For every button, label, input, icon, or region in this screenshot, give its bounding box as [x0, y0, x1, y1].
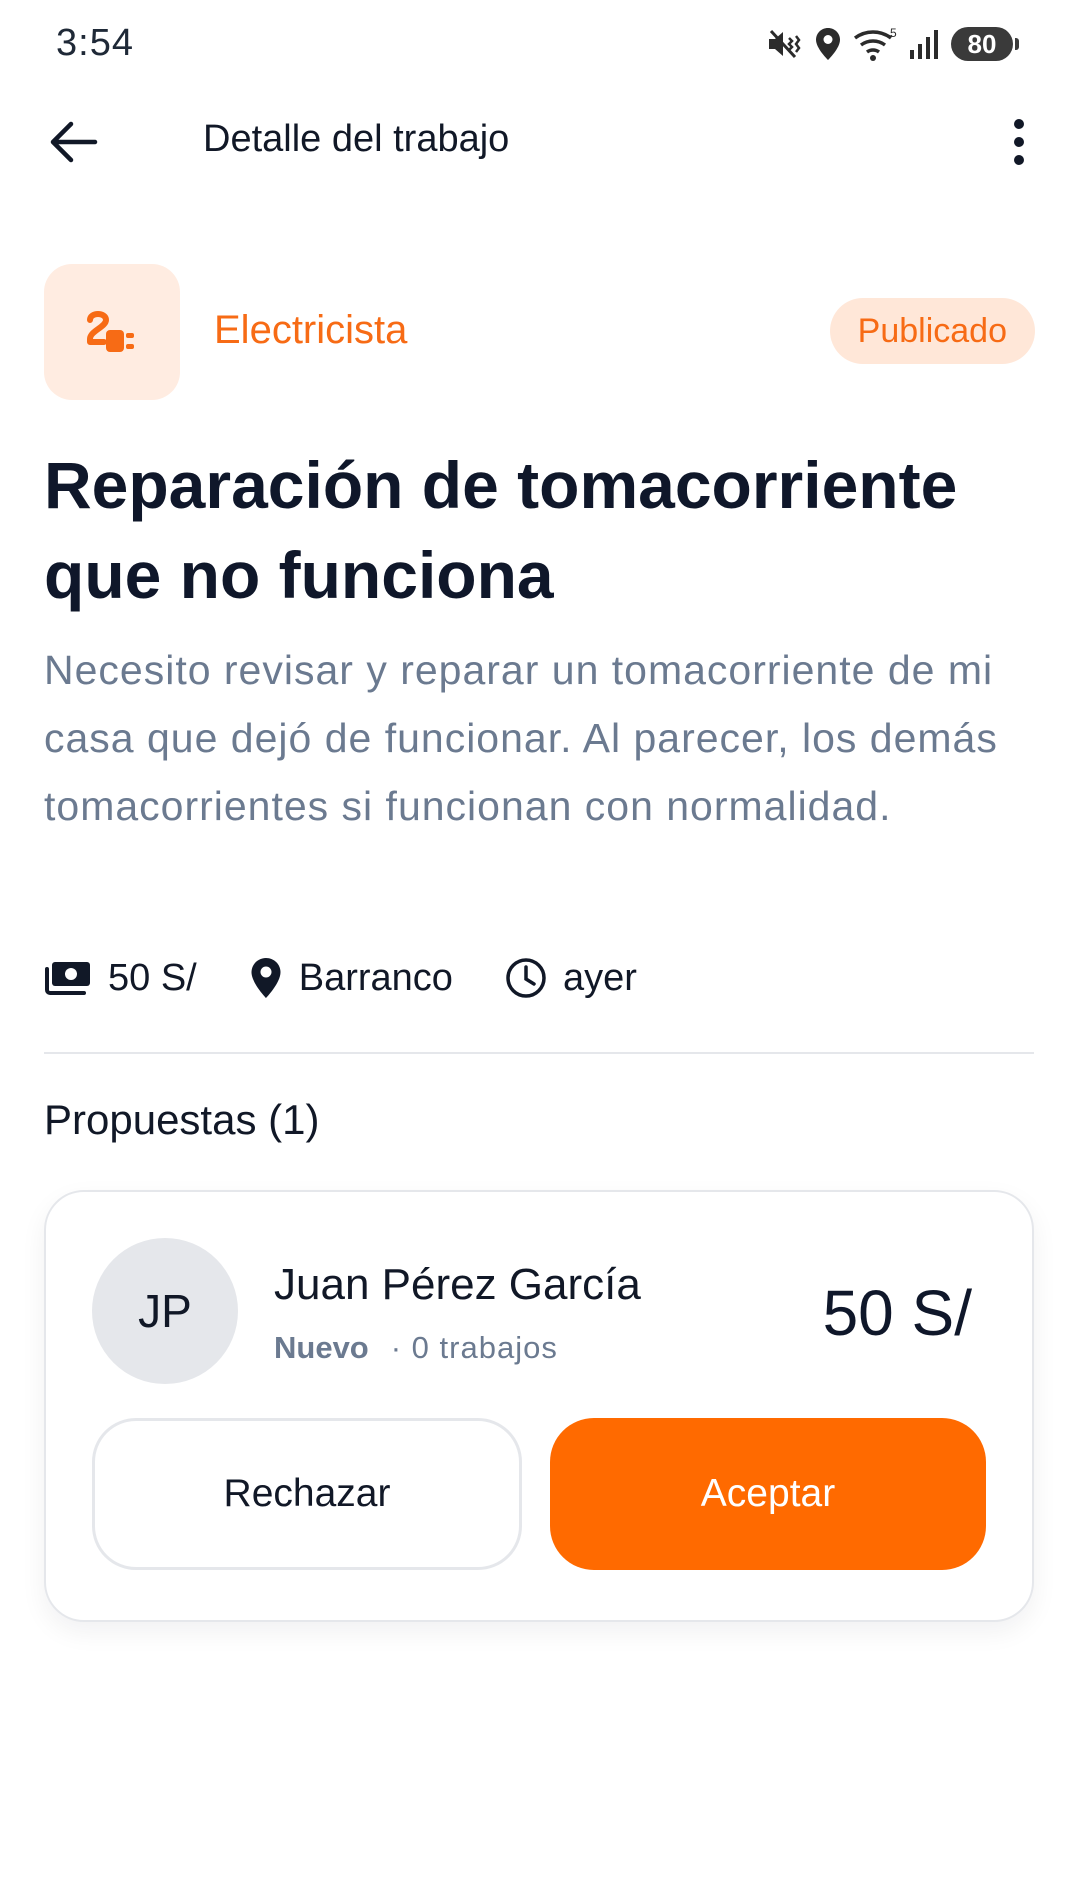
divider	[44, 1052, 1034, 1054]
app-bar: Detalle del trabajo	[0, 100, 1079, 184]
proposal-price: 50 S/	[822, 1277, 972, 1349]
status-icons: 5 80	[767, 24, 1019, 64]
status-badge: Publicado	[829, 298, 1035, 364]
applicant-level: Nuevo	[274, 1330, 369, 1365]
clock-icon	[506, 958, 546, 998]
page-title: Detalle del trabajo	[203, 118, 510, 160]
reject-button[interactable]: Rechazar	[92, 1418, 522, 1570]
avatar[interactable]: JP	[92, 1238, 238, 1384]
job-description: Necesito revisar y reparar un tomacorrie…	[44, 647, 998, 829]
proposal-card: JP Juan Pérez García Nuevo · 0 trabajos …	[44, 1190, 1034, 1622]
applicant-meta: Nuevo · 0 trabajos	[274, 1330, 558, 1366]
avatar-initials: JP	[138, 1285, 192, 1337]
status-bar: 3:54 5 80	[0, 0, 1079, 90]
electric-plug-icon	[87, 311, 134, 352]
posted-value: ayer	[562, 956, 637, 999]
money-icon	[45, 962, 90, 995]
applicant-jobs-count: · 0 trabajos	[390, 1330, 558, 1365]
applicant-name[interactable]: Juan Pérez García	[274, 1260, 641, 1310]
location-pin-icon	[251, 958, 281, 998]
network-type-label: 5	[890, 27, 897, 40]
more-options-button[interactable]	[995, 114, 1043, 170]
battery-icon: 80	[951, 27, 1019, 61]
job-meta-row: 50 S/ Barranco ayer	[44, 950, 689, 1006]
mute-vibrate-icon	[767, 28, 803, 60]
location-value: Barranco	[298, 956, 453, 999]
category-icon-box	[44, 264, 180, 400]
battery-level: 80	[967, 28, 997, 59]
budget-value: 50 S/	[108, 956, 197, 999]
signal-icon	[909, 28, 939, 60]
job-title: Reparación de tomacorriente que no funci…	[44, 448, 958, 612]
budget-meta: 50 S/	[44, 957, 197, 1000]
arrow-left-icon	[50, 121, 98, 163]
back-button[interactable]	[44, 114, 104, 170]
accept-button[interactable]: Aceptar	[550, 1418, 986, 1570]
posted-meta: ayer	[505, 957, 637, 1000]
category-label: Electricista	[214, 308, 408, 352]
location-meta: Barranco	[249, 956, 453, 1000]
more-vertical-icon	[1014, 119, 1024, 165]
proposals-heading: Propuestas (1)	[44, 1096, 320, 1143]
location-icon	[815, 27, 841, 61]
wifi-icon: 5	[853, 27, 897, 61]
status-time: 3:54	[56, 22, 134, 64]
